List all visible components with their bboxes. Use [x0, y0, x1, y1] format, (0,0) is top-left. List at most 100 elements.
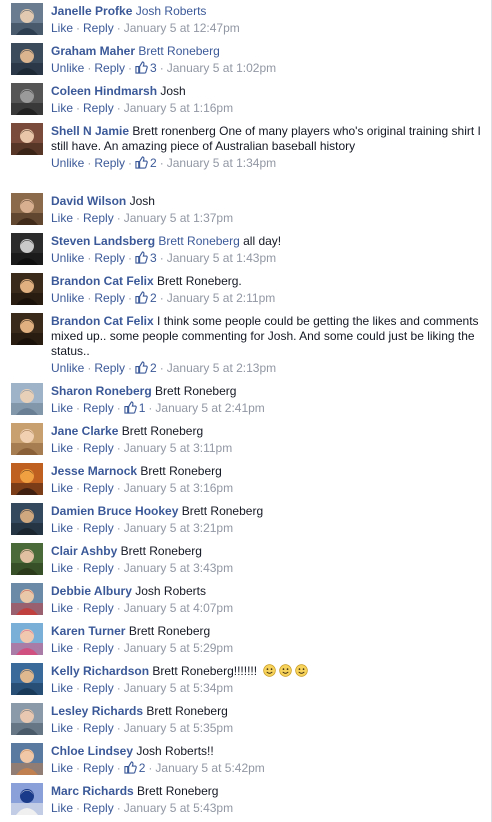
reply-button[interactable]: Reply — [83, 441, 114, 455]
reply-button[interactable]: Reply — [94, 251, 125, 265]
avatar[interactable] — [11, 43, 43, 75]
avatar[interactable] — [11, 383, 43, 415]
comment-timestamp[interactable]: January 5 at 2:13pm — [167, 361, 276, 375]
like-button[interactable]: Like — [51, 721, 73, 735]
comment-timestamp[interactable]: January 5 at 1:43pm — [167, 251, 276, 265]
comment-author[interactable]: Chloe Lindsey — [51, 744, 133, 758]
comment-author[interactable]: Coleen Hindmarsh — [51, 84, 157, 98]
like-button[interactable]: Like — [51, 441, 73, 455]
comment-timestamp[interactable]: January 5 at 12:47pm — [124, 21, 240, 35]
comment-timestamp[interactable]: January 5 at 1:37pm — [124, 211, 233, 225]
like-count[interactable]: 2 — [135, 361, 157, 375]
reply-button[interactable]: Reply — [83, 761, 114, 775]
unlike-button[interactable]: Unlike — [51, 361, 84, 375]
avatar[interactable] — [11, 623, 43, 655]
comment-timestamp[interactable]: January 5 at 4:07pm — [124, 601, 233, 615]
avatar[interactable] — [11, 663, 43, 695]
reply-button[interactable]: Reply — [94, 291, 125, 305]
like-button[interactable]: Like — [51, 561, 73, 575]
avatar[interactable] — [11, 423, 43, 455]
like-button[interactable]: Like — [51, 481, 73, 495]
like-button[interactable]: Like — [51, 101, 73, 115]
comment-timestamp[interactable]: January 5 at 1:16pm — [124, 101, 233, 115]
like-button[interactable]: Like — [51, 521, 73, 535]
comment-author[interactable]: Karen Turner — [51, 624, 125, 638]
comment-author[interactable]: Lesley Richards — [51, 704, 143, 718]
comment-author[interactable]: Shell N Jamie — [51, 124, 129, 138]
reply-button[interactable]: Reply — [83, 401, 114, 415]
avatar[interactable] — [11, 83, 43, 115]
avatar[interactable] — [11, 193, 43, 225]
avatar[interactable] — [11, 123, 43, 155]
comment-timestamp[interactable]: January 5 at 2:41pm — [155, 401, 264, 415]
unlike-button[interactable]: Unlike — [51, 156, 84, 170]
like-button[interactable]: Like — [51, 211, 73, 225]
comment-author[interactable]: Damien Bruce Hookey — [51, 504, 178, 518]
comment-author[interactable]: Brandon Cat Felix — [51, 274, 154, 288]
unlike-button[interactable]: Unlike — [51, 61, 84, 75]
avatar[interactable] — [11, 463, 43, 495]
reply-button[interactable]: Reply — [83, 641, 114, 655]
comment-timestamp[interactable]: January 5 at 5:29pm — [124, 641, 233, 655]
like-button[interactable]: Like — [51, 401, 73, 415]
comment-author[interactable]: Clair Ashby — [51, 544, 117, 558]
reply-button[interactable]: Reply — [83, 721, 114, 735]
reply-button[interactable]: Reply — [83, 601, 114, 615]
avatar[interactable] — [11, 543, 43, 575]
like-button[interactable]: Like — [51, 801, 73, 815]
avatar[interactable] — [11, 583, 43, 615]
comment-mention[interactable]: Josh Roberts — [136, 4, 207, 18]
comment-author[interactable]: Marc Richards — [51, 784, 134, 798]
avatar[interactable] — [11, 703, 43, 735]
reply-button[interactable]: Reply — [83, 521, 114, 535]
comment-timestamp[interactable]: January 5 at 5:34pm — [124, 681, 233, 695]
comment-timestamp[interactable]: January 5 at 2:11pm — [167, 291, 276, 305]
comment-timestamp[interactable]: January 5 at 3:43pm — [124, 561, 233, 575]
reply-button[interactable]: Reply — [83, 801, 114, 815]
like-button[interactable]: Like — [51, 641, 73, 655]
like-count[interactable]: 3 — [135, 61, 157, 75]
comment-author[interactable]: Kelly Richardson — [51, 664, 149, 678]
reply-button[interactable]: Reply — [94, 361, 125, 375]
avatar[interactable] — [11, 233, 43, 265]
like-count[interactable]: 1 — [124, 401, 145, 415]
avatar[interactable] — [11, 3, 43, 35]
reply-button[interactable]: Reply — [83, 101, 114, 115]
reply-button[interactable]: Reply — [83, 211, 114, 225]
unlike-button[interactable]: Unlike — [51, 251, 84, 265]
like-count[interactable]: 3 — [135, 251, 157, 265]
comment-mention[interactable]: Brett Roneberg — [138, 44, 219, 58]
like-button[interactable]: Like — [51, 761, 73, 775]
reply-button[interactable]: Reply — [83, 21, 114, 35]
comment-timestamp[interactable]: January 5 at 3:16pm — [124, 481, 233, 495]
comment-timestamp[interactable]: January 5 at 5:42pm — [155, 761, 264, 775]
avatar[interactable] — [11, 503, 43, 535]
reply-button[interactable]: Reply — [83, 481, 114, 495]
comment-author[interactable]: Brandon Cat Felix — [51, 314, 154, 328]
reply-button[interactable]: Reply — [83, 561, 114, 575]
comment-timestamp[interactable]: January 5 at 1:02pm — [167, 61, 276, 75]
avatar[interactable] — [11, 273, 43, 305]
like-button[interactable]: Like — [51, 681, 73, 695]
comment-timestamp[interactable]: January 5 at 3:11pm — [124, 441, 233, 455]
avatar[interactable] — [11, 783, 43, 815]
like-count[interactable]: 2 — [135, 156, 157, 170]
like-count[interactable]: 2 — [124, 761, 145, 775]
like-button[interactable]: Like — [51, 21, 73, 35]
comment-timestamp[interactable]: January 5 at 1:34pm — [167, 156, 276, 170]
unlike-button[interactable]: Unlike — [51, 291, 84, 305]
comment-author[interactable]: Sharon Roneberg — [51, 384, 152, 398]
reply-button[interactable]: Reply — [94, 61, 125, 75]
comment-author[interactable]: Steven Landsberg — [51, 234, 155, 248]
comment-timestamp[interactable]: January 5 at 5:35pm — [124, 721, 233, 735]
comment-author[interactable]: David Wilson — [51, 194, 126, 208]
comment-author[interactable]: Jane Clarke — [51, 424, 118, 438]
avatar[interactable] — [11, 743, 43, 775]
comment-timestamp[interactable]: January 5 at 5:43pm — [124, 801, 233, 815]
comment-author[interactable]: Jesse Marnock — [51, 464, 137, 478]
avatar[interactable] — [11, 313, 43, 345]
reply-button[interactable]: Reply — [83, 681, 114, 695]
comment-author[interactable]: Debbie Albury — [51, 584, 132, 598]
comment-mention[interactable]: Brett Roneberg — [158, 234, 239, 248]
like-button[interactable]: Like — [51, 601, 73, 615]
